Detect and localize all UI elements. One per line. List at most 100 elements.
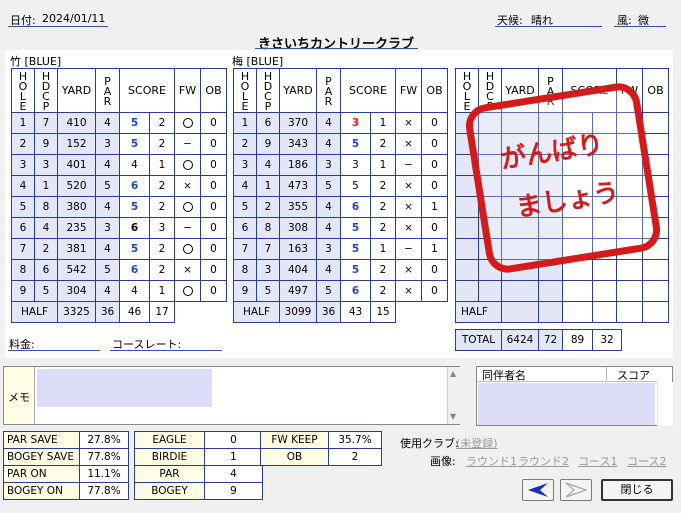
hole-row: 3 4 186 3 3 1 − 0 xyxy=(233,154,449,176)
fee-underline[interactable] xyxy=(8,350,100,351)
hole-ob: 0 xyxy=(421,217,449,239)
fairway-mark xyxy=(182,118,193,128)
hole-par-text: 4 xyxy=(325,138,332,150)
stat-row: PAR ON 11.1% xyxy=(3,465,129,483)
fairway-mark xyxy=(182,286,193,296)
hole-yard: 542 xyxy=(57,259,96,281)
companion-scrollbar[interactable] xyxy=(657,382,673,426)
weather-underline xyxy=(495,26,602,27)
hole-putts: 3 xyxy=(148,217,176,239)
hole-score-text: 5 xyxy=(351,222,360,234)
hole-number-text: 6 xyxy=(241,222,249,234)
hole-putts-text: 1 xyxy=(379,243,387,255)
hole-par-text: 3 xyxy=(325,243,332,255)
hole-par-text: 4 xyxy=(104,117,111,129)
hole-putts: 2 xyxy=(148,112,176,134)
hole-row: 9 5 304 4 4 1 0 xyxy=(11,280,228,302)
hole-ob-text: 0 xyxy=(210,180,217,192)
memo-textarea[interactable] xyxy=(34,367,447,424)
hole-score-text: 5 xyxy=(130,138,139,150)
hole-number-text: 4 xyxy=(241,180,249,192)
hole-score: 6 xyxy=(119,259,150,281)
hole-yard-text: 355 xyxy=(287,201,309,213)
hole-par: 4 xyxy=(316,112,341,134)
half-row: HALF xyxy=(455,301,670,323)
hole-yard: 401 xyxy=(57,154,96,176)
hole-putts-text: 1 xyxy=(379,159,387,171)
hole-par: 3 xyxy=(316,238,341,260)
hole-par-text: 4 xyxy=(325,222,332,234)
clubs-link[interactable]: (未登録) xyxy=(456,435,498,451)
hole-number: 1 xyxy=(233,112,257,134)
hole-par: 5 xyxy=(95,175,120,197)
hole-ob: 0 xyxy=(200,217,228,239)
stat-row: PAR 4 xyxy=(134,465,263,483)
next-button[interactable] xyxy=(560,479,592,501)
stat-row: BOGEY SAVE 77.8% xyxy=(3,448,129,466)
hole-yard: 370 xyxy=(279,112,317,134)
empty-cell xyxy=(455,196,479,218)
prev-button[interactable] xyxy=(522,479,554,501)
hole-number: 6 xyxy=(233,217,257,239)
hole-putts-text: 2 xyxy=(379,201,387,213)
companions-list[interactable]: 同伴者名 スコア xyxy=(476,366,673,426)
hole-row: 4 1 473 5 5 2 × 0 xyxy=(233,175,449,197)
empty-cell xyxy=(562,280,593,302)
hole-ob: 0 xyxy=(200,154,228,176)
hole-par-text: 4 xyxy=(325,201,332,213)
fairway-mark xyxy=(182,202,193,212)
hole-ob: 0 xyxy=(200,280,228,302)
companion-score-header[interactable]: スコア xyxy=(607,367,657,382)
hole-number-text: 1 xyxy=(19,117,27,129)
hole-number: 8 xyxy=(233,259,257,281)
hole-number: 5 xyxy=(11,196,35,218)
image-link-round1[interactable]: ラウンド1 xyxy=(466,453,517,469)
empty-cell xyxy=(501,280,539,302)
stat-label: PAR SAVE xyxy=(3,431,80,449)
hole-yard: 381 xyxy=(57,238,96,260)
scroll-down-icon[interactable]: ▼ xyxy=(450,412,456,421)
course-rating-underline[interactable] xyxy=(110,350,222,351)
hole-par-text: 5 xyxy=(325,180,332,192)
hole-putts: 1 xyxy=(369,238,397,260)
hole-fw: × xyxy=(395,280,423,302)
stat-value: 2 xyxy=(328,448,382,466)
half-yard: 3099 xyxy=(279,301,317,323)
hole-score-text: 6 xyxy=(130,264,139,276)
companion-rows xyxy=(478,383,655,425)
memo-scrollbar[interactable]: ▲ ▼ xyxy=(447,367,460,424)
image-link-course2[interactable]: コース2 xyxy=(627,453,666,469)
scroll-up-icon[interactable]: ▲ xyxy=(450,369,456,378)
total-score: 89 xyxy=(562,329,593,351)
hole-score: 5 xyxy=(119,112,150,134)
image-link-course1[interactable]: コース1 xyxy=(578,453,617,469)
image-link-round2[interactable]: ラウンド2 xyxy=(518,453,569,469)
hole-putts-text: 2 xyxy=(379,138,387,150)
hole-yard-text: 404 xyxy=(287,264,309,276)
fairway-mark: × xyxy=(404,117,413,129)
hole-yard: 497 xyxy=(279,280,317,302)
empty-cell xyxy=(591,301,618,323)
hole-score-text: 4 xyxy=(131,285,138,297)
hole-ob: 0 xyxy=(421,280,449,302)
stat-row: BIRDIE 1 xyxy=(134,448,263,466)
hole-number: 2 xyxy=(233,133,257,155)
fairway-mark: × xyxy=(404,264,413,276)
half-par: 36 xyxy=(95,301,120,323)
hole-fw: − xyxy=(395,238,423,260)
stat-row: EAGLE 0 xyxy=(134,431,263,449)
companion-name-header[interactable]: 同伴者名 xyxy=(477,367,607,382)
hole-putts-text: 2 xyxy=(379,222,387,234)
close-button[interactable]: 閉じる xyxy=(601,479,673,501)
hole-putts: 2 xyxy=(148,175,176,197)
fairway-mark xyxy=(182,244,193,254)
hole-number-text: 3 xyxy=(241,159,249,171)
hole-hdcp: 7 xyxy=(256,238,280,260)
hole-yard: 308 xyxy=(279,217,317,239)
hole-score: 5 xyxy=(340,238,371,260)
hole-putts: 1 xyxy=(148,280,176,302)
stat-value: 77.8% xyxy=(79,448,129,466)
hole-score-text: 4 xyxy=(131,159,138,171)
hole-fw: × xyxy=(395,133,423,155)
hole-yard: 404 xyxy=(279,259,317,281)
